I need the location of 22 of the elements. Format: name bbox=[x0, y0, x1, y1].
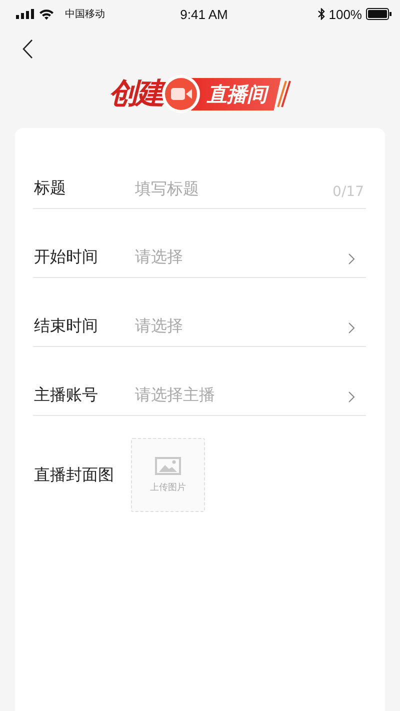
logo: 创建 直播间 bbox=[109, 74, 291, 114]
select-field[interactable]: 请选择 bbox=[135, 246, 348, 268]
field-label: 主播账号 bbox=[33, 384, 99, 406]
wifi-icon bbox=[39, 8, 54, 20]
title-input[interactable]: 填写标题 bbox=[135, 178, 333, 198]
select-field[interactable]: 请选择 bbox=[135, 316, 348, 336]
bluetooth-icon bbox=[318, 8, 325, 20]
field-label: 开始时间 bbox=[33, 246, 99, 268]
carrier-name: 中国移动 bbox=[65, 8, 105, 21]
chevron-right-icon bbox=[348, 322, 355, 334]
signal-icon bbox=[16, 9, 34, 19]
field-label: 结束时间 bbox=[33, 316, 99, 336]
battery-icon bbox=[366, 8, 392, 20]
upload-image-button[interactable]: 上传图片 bbox=[131, 438, 205, 512]
image-icon bbox=[155, 456, 181, 474]
battery-percent: 100% bbox=[328, 6, 362, 22]
field-label: 标题 bbox=[33, 178, 67, 198]
field-label: 直播封面图 bbox=[33, 464, 115, 486]
select-field[interactable]: 请选择主播 bbox=[135, 384, 348, 406]
status-time: 9:41 AM bbox=[180, 6, 228, 22]
chevron-right-icon bbox=[348, 253, 355, 265]
chevron-right-icon bbox=[348, 391, 355, 403]
